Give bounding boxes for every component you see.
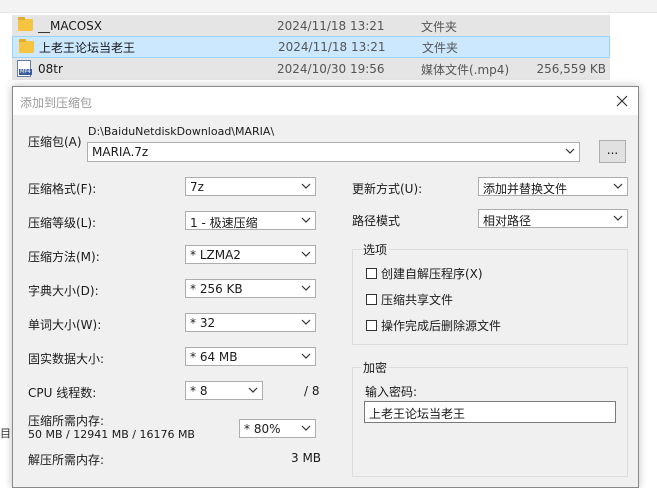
folder-icon bbox=[19, 39, 34, 53]
word-label: 单词大小(W): bbox=[28, 318, 102, 332]
mem-usage-select[interactable]: * 80% bbox=[239, 419, 316, 438]
solid-value: * 64 MB bbox=[190, 350, 238, 364]
browse-button[interactable]: ... bbox=[599, 140, 626, 163]
close-icon bbox=[616, 95, 628, 107]
password-value: 上老王论坛当老王 bbox=[369, 407, 466, 421]
chevron-down-icon bbox=[301, 248, 311, 260]
chevron-down-icon bbox=[301, 422, 311, 434]
path-mode-label: 路径模式 bbox=[352, 214, 401, 228]
dialog-titlebar: 添加到压缩包 bbox=[13, 87, 638, 115]
chevron-down-icon bbox=[301, 282, 311, 294]
format-value: 7z bbox=[190, 180, 204, 194]
word-value: * 32 bbox=[190, 316, 216, 330]
chevron-down-icon bbox=[565, 145, 575, 157]
explorer-edge-text: 目 bbox=[0, 427, 11, 440]
file-date: 2024/10/30 19:56 bbox=[277, 62, 385, 76]
chevron-down-icon bbox=[613, 180, 623, 192]
path-mode-value: 相对路径 bbox=[483, 214, 532, 228]
archive-path: D:\BaiduNetdiskDownload\MARIA\ bbox=[88, 125, 275, 138]
folder-icon bbox=[18, 17, 33, 31]
mem-decompress-label: 解压所需内存: bbox=[28, 453, 105, 467]
threads-max: / 8 bbox=[304, 384, 320, 398]
method-select[interactable]: * LZMA2 bbox=[185, 245, 316, 264]
file-date: 2024/11/18 13:21 bbox=[277, 19, 385, 33]
solid-label: 固实数据大小: bbox=[28, 352, 105, 366]
chevron-down-icon bbox=[301, 180, 311, 192]
method-label: 压缩方法(M): bbox=[28, 250, 100, 264]
dict-select[interactable]: * 256 KB bbox=[185, 279, 316, 298]
file-type: 文件夹 bbox=[422, 40, 459, 55]
file-row-selected-folder[interactable]: 上老王论坛当老王 2024/11/18 13:21 文件夹 bbox=[12, 36, 610, 58]
file-row-mp4[interactable]: MP4 08tr 2024/10/30 19:56 媒体文件(.mp4) 256… bbox=[12, 58, 610, 80]
archive-name-combo[interactable]: MARIA.7z bbox=[87, 142, 580, 162]
checkbox-label: 压缩共享文件 bbox=[381, 293, 454, 307]
mem-decompress-value: 3 MB bbox=[291, 451, 322, 465]
mem-compress-detail: 50 MB / 12941 MB / 16176 MB bbox=[28, 428, 195, 441]
dict-label: 字典大小(D): bbox=[28, 284, 99, 298]
dialog-title: 添加到压缩包 bbox=[20, 96, 93, 110]
method-value: * LZMA2 bbox=[190, 248, 241, 262]
chevron-down-icon bbox=[301, 316, 311, 328]
checkbox-box[interactable] bbox=[366, 294, 377, 305]
threads-label: CPU 线程数: bbox=[28, 386, 97, 400]
mp4-file-icon: MP4 bbox=[17, 60, 32, 77]
file-name: 上老王论坛当老王 bbox=[39, 40, 136, 55]
dict-value: * 256 KB bbox=[190, 282, 243, 296]
archive-name-value: MARIA.7z bbox=[92, 145, 149, 159]
format-select[interactable]: 7z bbox=[185, 177, 316, 196]
checkbox-label: 创建自解压程序(X) bbox=[381, 267, 483, 281]
update-select[interactable]: 添加并替换文件 bbox=[478, 177, 628, 196]
update-value: 添加并替换文件 bbox=[483, 182, 568, 196]
checkbox-compress-shared[interactable]: 压缩共享文件 bbox=[366, 291, 453, 308]
checkbox-box[interactable] bbox=[366, 320, 377, 331]
mem-compress-label: 压缩所需内存: bbox=[28, 414, 105, 428]
chevron-down-icon bbox=[613, 212, 623, 224]
add-to-archive-dialog: 添加到压缩包 压缩包(A) D:\BaiduNetdiskDownload\MA… bbox=[12, 86, 639, 488]
chevron-down-icon bbox=[248, 384, 258, 396]
chevron-down-icon bbox=[301, 214, 311, 226]
file-date: 2024/11/18 13:21 bbox=[278, 40, 386, 54]
checkbox-label: 操作完成后删除源文件 bbox=[381, 319, 502, 333]
solid-select[interactable]: * 64 MB bbox=[185, 347, 316, 366]
update-label: 更新方式(U): bbox=[352, 182, 423, 196]
explorer-column-header bbox=[0, 0, 657, 13]
file-row-macosx[interactable]: __MACOSX 2024/11/18 13:21 文件夹 bbox=[12, 15, 610, 37]
threads-value: * 8 bbox=[190, 384, 208, 398]
password-label: 输入密码: bbox=[365, 385, 418, 399]
close-button[interactable] bbox=[610, 89, 634, 113]
file-size: 256,559 KB bbox=[536, 62, 606, 76]
chevron-down-icon bbox=[301, 350, 311, 362]
threads-select[interactable]: * 8 bbox=[185, 381, 263, 400]
checkbox-create-sfx[interactable]: 创建自解压程序(X) bbox=[366, 265, 483, 282]
checkbox-delete-after[interactable]: 操作完成后删除源文件 bbox=[366, 317, 501, 334]
file-name: __MACOSX bbox=[38, 19, 103, 33]
file-type: 媒体文件(.mp4) bbox=[421, 62, 510, 77]
file-type: 文件夹 bbox=[421, 19, 458, 34]
file-name: 08tr bbox=[38, 62, 63, 76]
archive-label: 压缩包(A) bbox=[28, 135, 82, 149]
format-label: 压缩格式(F): bbox=[28, 182, 97, 196]
options-title: 选项 bbox=[361, 241, 390, 258]
encryption-title: 加密 bbox=[361, 359, 390, 376]
password-input[interactable]: 上老王论坛当老王 bbox=[364, 401, 616, 423]
path-mode-select[interactable]: 相对路径 bbox=[478, 209, 628, 228]
mem-usage-value: * 80% bbox=[244, 422, 281, 436]
level-value: 1 - 极速压缩 bbox=[190, 216, 258, 230]
level-label: 压缩等级(L): bbox=[28, 216, 97, 230]
word-select[interactable]: * 32 bbox=[185, 313, 316, 332]
checkbox-box[interactable] bbox=[366, 268, 377, 279]
level-select[interactable]: 1 - 极速压缩 bbox=[185, 211, 316, 230]
